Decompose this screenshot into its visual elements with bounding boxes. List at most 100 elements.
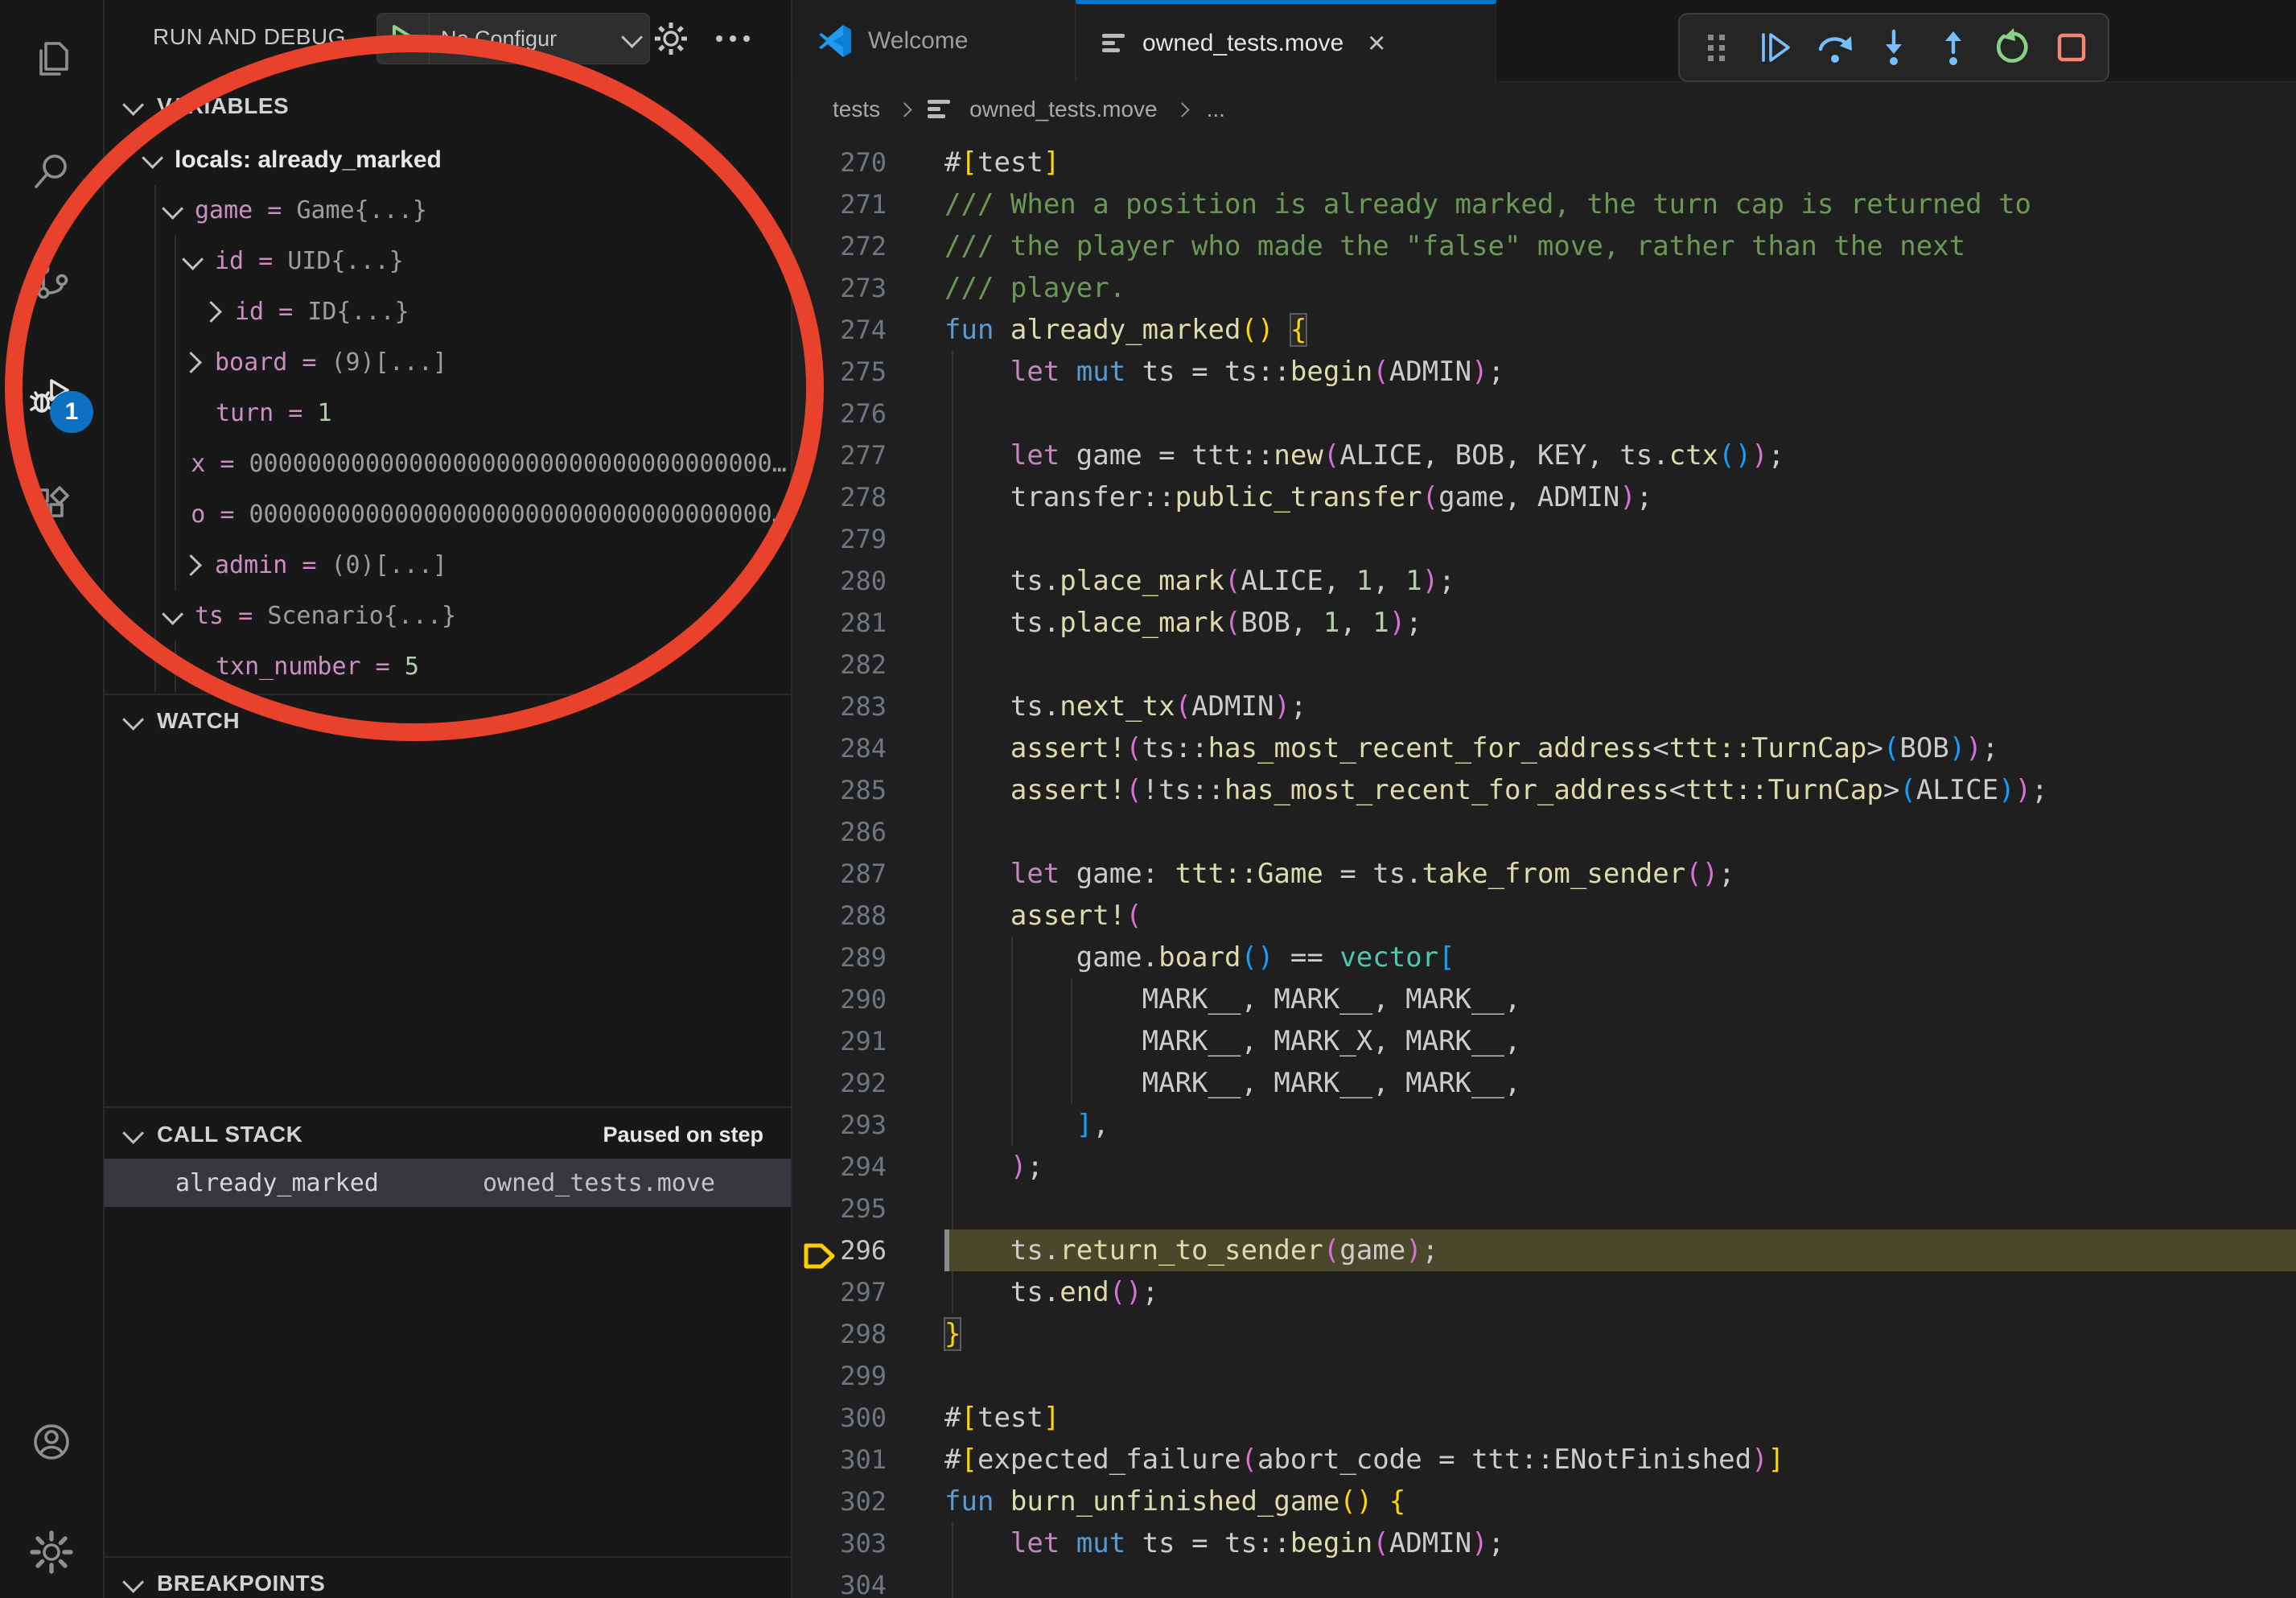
stop-button[interactable] [2049,25,2094,70]
line-number[interactable]: 270 [792,147,944,178]
code-line-295[interactable]: 295 [792,1188,2296,1229]
activity-search-icon[interactable] [0,127,103,216]
close-icon[interactable]: × [1368,28,1385,59]
line-number[interactable]: 304 [792,1570,944,1598]
code-line-271[interactable]: 271/// When a position is already marked… [792,183,2296,225]
code-line-292[interactable]: 292 MARK__, MARK__, MARK__, [792,1062,2296,1104]
code-line-302[interactable]: 302fun burn_unfinished_game() { [792,1481,2296,1522]
line-number[interactable]: 289 [792,942,944,973]
line-number[interactable]: 279 [792,524,944,554]
debug-settings-gear-icon[interactable] [650,18,692,60]
line-number[interactable]: 273 [792,273,944,303]
code-line-286[interactable]: 286 [792,811,2296,853]
variable-row-id[interactable]: id = UID{...} [105,236,791,286]
line-number[interactable]: 301 [792,1444,944,1475]
variable-row-turn[interactable]: turn = 1 [105,388,791,439]
code-line-291[interactable]: 291 MARK__, MARK_X, MARK__, [792,1020,2296,1062]
activity-explorer-icon[interactable] [0,14,103,103]
code-line-285[interactable]: 285 assert!(!ts::has_most_recent_for_add… [792,769,2296,811]
line-number[interactable]: 302 [792,1486,944,1517]
code-line-303[interactable]: 303 let mut ts = ts::begin(ADMIN); [792,1522,2296,1564]
code-line-275[interactable]: 275 let mut ts = ts::begin(ADMIN); [792,351,2296,393]
line-number[interactable]: 281 [792,607,944,638]
debug-config-dropdown[interactable]: No Configur [430,27,611,51]
code-line-272[interactable]: 272/// the player who made the "false" m… [792,225,2296,267]
variables-scope-row[interactable]: locals: already_marked [105,134,791,185]
code-line-290[interactable]: 290 MARK__, MARK__, MARK__, [792,978,2296,1020]
variable-row-admin[interactable]: admin = (0)[...] [105,540,791,591]
variable-row-txn_number[interactable]: txn_number = 5 [105,641,791,692]
line-number[interactable]: 276 [792,398,944,429]
line-number[interactable]: 286 [792,817,944,847]
activity-account-icon[interactable] [0,1398,103,1486]
variable-row-ts[interactable]: ts = Scenario{...} [105,591,791,641]
line-number[interactable]: 274 [792,315,944,345]
tab-owned-tests-move[interactable]: owned_tests.move× [1076,0,1496,82]
variable-row-board[interactable]: board = (9)[...] [105,337,791,388]
call-stack-frame[interactable]: already_markedowned_tests.move [105,1159,791,1207]
variable-row-id[interactable]: id = ID{...} [105,286,791,337]
variable-row-x[interactable]: x = 000000000000000000000000000000000000… [105,439,791,489]
code-line-274[interactable]: 274fun already_marked() { [792,309,2296,351]
code-line-273[interactable]: 273/// player. [792,267,2296,309]
line-number[interactable]: 283 [792,691,944,722]
code-line-300[interactable]: 300#[test] [792,1397,2296,1439]
line-number[interactable]: 291 [792,1026,944,1056]
line-number[interactable]: 285 [792,775,944,805]
line-number[interactable]: 297 [792,1277,944,1308]
line-number[interactable]: 299 [792,1361,944,1391]
code-line-280[interactable]: 280 ts.place_mark(ALICE, 1, 1); [792,560,2296,602]
code-line-304[interactable]: 304 [792,1564,2296,1598]
line-number[interactable]: 284 [792,733,944,764]
line-number[interactable]: 303 [792,1528,944,1559]
code-line-289[interactable]: 289 game.board() == vector[ [792,937,2296,978]
step-out-button[interactable] [1931,25,1976,70]
line-number[interactable]: 298 [792,1319,944,1349]
code-line-283[interactable]: 283 ts.next_tx(ADMIN); [792,686,2296,727]
code-line-284[interactable]: 284 assert!(ts::has_most_recent_for_addr… [792,727,2296,769]
variables-section-header[interactable]: VARIABLES [105,80,791,132]
breakpoints-section-header[interactable]: BREAKPOINTS [105,1558,791,1598]
line-number[interactable]: 293 [792,1110,944,1140]
start-debug-icon[interactable] [377,14,430,64]
code-line-278[interactable]: 278 transfer::public_transfer(game, ADMI… [792,476,2296,518]
breadcrumb-item[interactable]: owned_tests.move [969,97,1157,122]
activity-extensions-icon[interactable] [0,460,103,549]
code-line-288[interactable]: 288 assert!( [792,895,2296,937]
line-number[interactable]: 295 [792,1193,944,1224]
debug-config-control[interactable]: No Configur [376,13,650,64]
code-line-279[interactable]: 279 [792,518,2296,560]
breadcrumb-item[interactable]: ... [1207,97,1225,122]
code-editor[interactable]: 270#[test]271/// When a position is alre… [792,137,2296,1598]
call-stack-section-header[interactable]: CALL STACK Paused on step [105,1109,791,1160]
code-line-281[interactable]: 281 ts.place_mark(BOB, 1, 1); [792,602,2296,644]
restart-button[interactable] [1989,25,2035,70]
line-number[interactable]: 282 [792,649,944,680]
tab-welcome[interactable]: Welcome [792,0,1076,82]
line-number[interactable]: 278 [792,482,944,513]
line-number[interactable]: 287 [792,859,944,889]
continue-button[interactable] [1753,25,1798,70]
code-line-301[interactable]: 301#[expected_failure(abort_code = ttt::… [792,1439,2296,1481]
code-line-276[interactable]: 276 [792,393,2296,435]
code-line-296[interactable]: 296 ts.return_to_sender(game); [792,1229,2296,1271]
code-line-287[interactable]: 287 let game: ttt::Game = ts.take_from_s… [792,853,2296,895]
line-number[interactable]: 271 [792,189,944,220]
code-line-282[interactable]: 282 [792,644,2296,686]
line-number[interactable]: 300 [792,1402,944,1433]
line-number[interactable]: 272 [792,231,944,262]
code-line-277[interactable]: 277 let game = ttt::new(ALICE, BOB, KEY,… [792,435,2296,476]
breadcrumb-item[interactable]: tests [833,97,880,122]
code-line-298[interactable]: 298} [792,1313,2296,1355]
variable-row-o[interactable]: o = 000000000000000000000000000000000000… [105,489,791,540]
line-number[interactable]: 292 [792,1068,944,1098]
line-number[interactable]: 294 [792,1151,944,1182]
activity-source-control-icon[interactable] [0,237,103,325]
watch-section-header[interactable]: WATCH [105,695,791,747]
code-line-297[interactable]: 297 ts.end(); [792,1271,2296,1313]
code-line-294[interactable]: 294 ); [792,1146,2296,1188]
line-number[interactable]: 288 [792,900,944,931]
line-number[interactable]: 296 [792,1235,944,1266]
activity-settings-icon[interactable] [0,1508,103,1596]
step-over-button[interactable] [1813,25,1858,70]
